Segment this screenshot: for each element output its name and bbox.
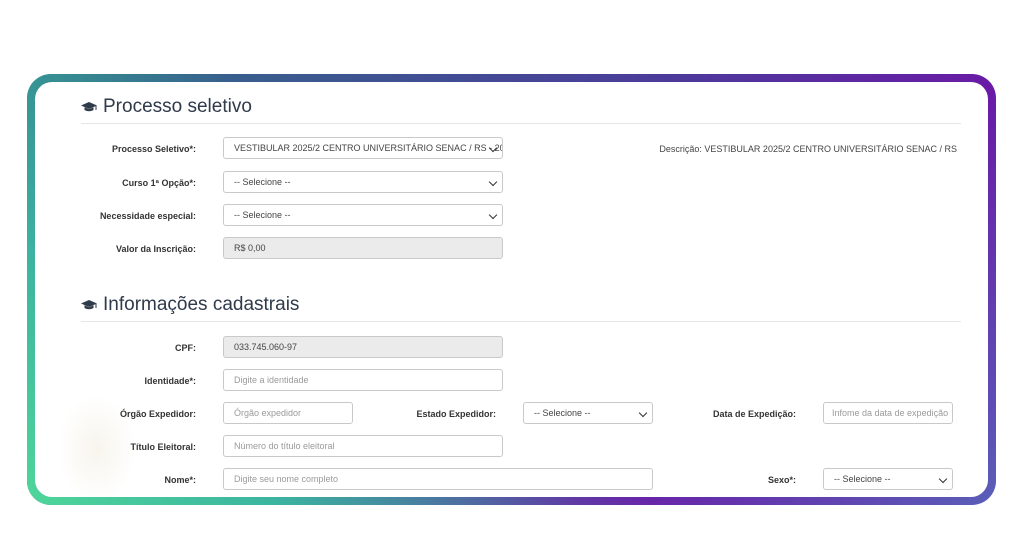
valor-label: Valor da Inscrição: <box>115 244 196 254</box>
sexo-select[interactable]: -- Selecione -- <box>823 468 953 490</box>
graduation-cap-icon <box>81 300 97 310</box>
data-expedicao-input[interactable]: Infome da data de expedição <box>823 402 953 424</box>
chevron-down-icon <box>638 408 648 418</box>
section-title-processo: Processo seletivo <box>81 96 252 118</box>
necessidade-label: Necessidade especial: <box>99 211 196 221</box>
section-title-text: Informações cadastrais <box>103 294 300 315</box>
nome-label: Nome*: <box>164 475 196 485</box>
cpf-field: 033.745.060-97 <box>223 336 503 358</box>
identidade-input[interactable]: Digite a identidade <box>223 369 503 391</box>
section-divider <box>81 321 961 322</box>
processo-descricao: Descrição: VESTIBULAR 2025/2 CENTRO UNIV… <box>659 144 957 154</box>
gradient-frame: Processo seletivo Processo Seletivo*: VE… <box>27 74 996 505</box>
valor-field: R$ 0,00 <box>223 237 503 259</box>
section-divider <box>81 123 961 124</box>
sexo-value: -- Selecione -- <box>834 474 891 484</box>
curso-label: Curso 1ª Opção*: <box>122 178 196 188</box>
processo-seletivo-select[interactable]: VESTIBULAR 2025/2 CENTRO UNIVERSITÁRIO S… <box>223 137 503 159</box>
curso-select[interactable]: -- Selecione -- <box>223 171 503 193</box>
estado-expedidor-label: Estado Expedidor: <box>416 409 496 419</box>
data-expedicao-label: Data de Expedição: <box>712 409 796 419</box>
section-title-text: Processo seletivo <box>103 96 252 117</box>
estado-expedidor-select[interactable]: -- Selecione -- <box>523 402 653 424</box>
nome-input[interactable]: Digite seu nome completo <box>223 468 653 490</box>
sexo-label: Sexo*: <box>767 475 796 485</box>
estado-expedidor-value: -- Selecione -- <box>534 408 591 418</box>
processo-seletivo-label: Processo Seletivo*: <box>111 144 196 154</box>
orgao-expedidor-input[interactable]: Órgão expedidor <box>223 402 353 424</box>
graduation-cap-icon <box>81 102 97 112</box>
identidade-label: Identidade*: <box>144 376 196 386</box>
chevron-down-icon <box>488 177 498 187</box>
processo-seletivo-value: VESTIBULAR 2025/2 CENTRO UNIVERSITÁRIO S… <box>234 143 503 153</box>
chevron-down-icon <box>938 474 948 484</box>
chevron-down-icon <box>488 210 498 220</box>
titulo-eleitoral-input[interactable]: Número do título eleitoral <box>223 435 503 457</box>
necessidade-value: -- Selecione -- <box>234 210 291 220</box>
cpf-label: CPF: <box>175 343 196 353</box>
necessidade-select[interactable]: -- Selecione -- <box>223 204 503 226</box>
titulo-eleitoral-label: Título Eleitoral: <box>130 442 196 452</box>
orgao-expedidor-label: Órgão Expedidor: <box>119 409 196 419</box>
form-card: Processo seletivo Processo Seletivo*: VE… <box>35 82 988 497</box>
section-title-cadastro: Informações cadastrais <box>81 294 299 316</box>
curso-value: -- Selecione -- <box>234 177 291 187</box>
